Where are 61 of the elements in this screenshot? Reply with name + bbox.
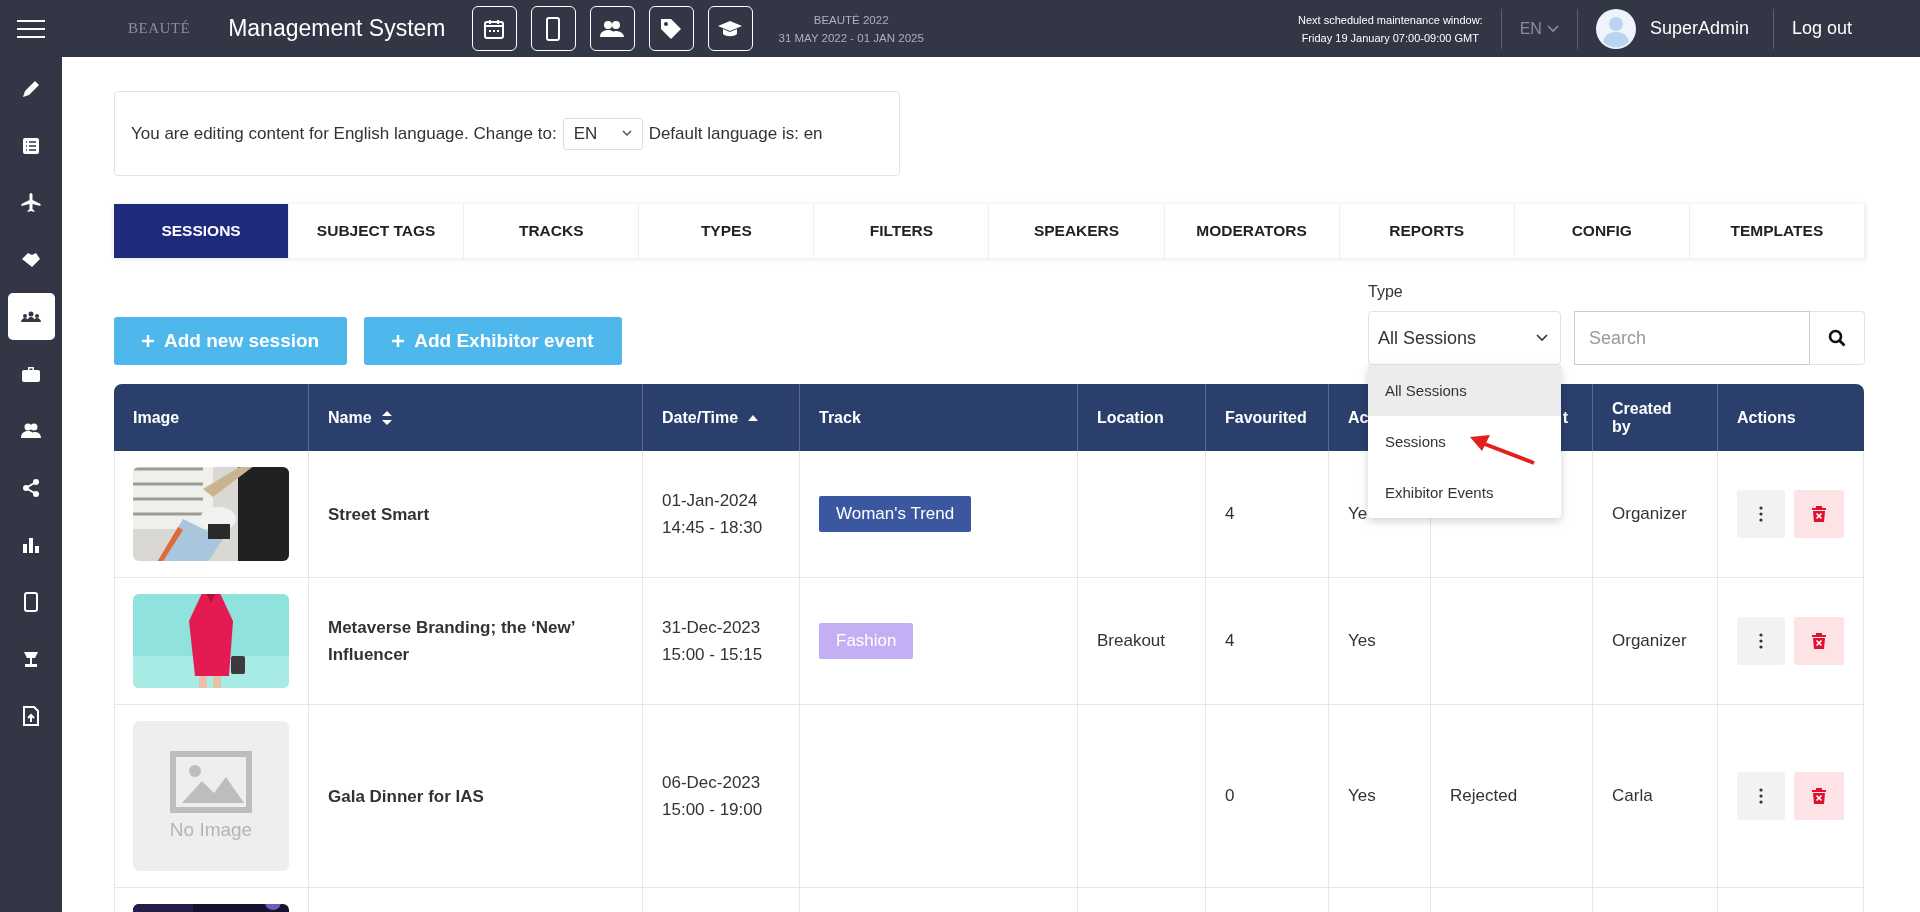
creator-name: Organizer — [1612, 631, 1687, 650]
no-image-text: No Image — [169, 819, 253, 841]
tab[interactable]: REPORTS — [1339, 204, 1515, 258]
tab[interactable]: MODERATORS — [1164, 204, 1340, 258]
tab[interactable]: SESSIONS — [114, 204, 290, 258]
user-name: SuperAdmin — [1649, 18, 1749, 39]
column-header: Location — [1097, 408, 1164, 426]
track-tag: Fashion — [819, 623, 914, 659]
language-select[interactable]: EN — [562, 117, 643, 150]
maintenance-title: Next scheduled maintenance window: — [1297, 12, 1483, 28]
column-header: Image — [133, 408, 180, 426]
session-date: 01-Jan-2024 — [662, 490, 759, 512]
tab[interactable]: SPEAKERS — [989, 204, 1165, 258]
creator-name: Organizer — [1612, 504, 1687, 523]
session-name: Metaverse Branding; the ‘New’ Influencer — [328, 617, 576, 666]
table-cell: Ye — [1348, 504, 1368, 523]
event-dates: 31 MAY 2022 - 01 JAN 2025 — [778, 30, 924, 46]
logo: BEAUTÉ — [128, 20, 191, 37]
creator-name: Carla — [1612, 786, 1653, 805]
table-cell: Yes — [1348, 631, 1376, 650]
dropdown-option[interactable]: Sessions — [1368, 416, 1561, 467]
type-select[interactable]: All Sessions — [1368, 311, 1561, 365]
column-header: Name — [328, 408, 372, 426]
type-label: Type — [1368, 283, 1404, 301]
maintenance-time: Friday 19 January 07:00-09:00 GMT — [1301, 30, 1479, 46]
search-field[interactable]: Search — [1574, 311, 1810, 365]
notice-text: You are editing content for English language. Change to: — [131, 123, 557, 144]
column-header: Created by — [1612, 399, 1672, 435]
column-header: Date/Time — [662, 408, 739, 426]
tab[interactable]: TYPES — [639, 204, 815, 258]
favourited-count: 4 — [1225, 631, 1235, 650]
column-header: Track — [819, 408, 861, 426]
location-text: Breakout — [1097, 631, 1166, 650]
session-date: 31-Dec-2023 — [662, 617, 762, 639]
tab[interactable]: CONFIG — [1514, 204, 1690, 258]
dropdown-option[interactable]: Exhibitor Events — [1368, 467, 1561, 518]
default-language-text: Default language is: en — [648, 123, 823, 144]
session-name: Gala Dinner for IAS — [328, 785, 485, 808]
column-header: Actions — [1737, 408, 1796, 426]
column-header: t — [1562, 408, 1568, 426]
language-dropdown[interactable]: EN — [1519, 19, 1559, 38]
session-name: Street Smart — [328, 503, 431, 526]
tab[interactable]: TRACKS — [464, 204, 640, 258]
session-time: 15:00 - 15:15 — [662, 644, 764, 666]
tab[interactable]: SUBJECT TAGS — [289, 204, 465, 258]
tab[interactable]: FILTERS — [814, 204, 990, 258]
tab[interactable]: TEMPLATES — [1689, 204, 1865, 258]
event-name: BEAUTÉ 2022 — [813, 12, 889, 28]
column-header: Ac — [1348, 408, 1369, 426]
session-time: 15:00 - 19:00 — [662, 799, 764, 821]
table-cell: Yes — [1348, 786, 1376, 805]
dropdown-option[interactable]: All Sessions — [1368, 365, 1561, 416]
session-time: 14:45 - 18:30 — [662, 517, 764, 539]
app-title: Management System — [228, 15, 446, 42]
column-header: Favourited — [1225, 408, 1307, 426]
logout-link[interactable]: Log out — [1791, 18, 1852, 39]
status-text: Rejected — [1450, 786, 1518, 805]
favourited-count: 0 — [1225, 786, 1235, 805]
track-tag: Woman's Trend — [819, 496, 972, 532]
favourited-count: 4 — [1225, 504, 1235, 523]
session-date: 06-Dec-2023 — [662, 772, 762, 794]
